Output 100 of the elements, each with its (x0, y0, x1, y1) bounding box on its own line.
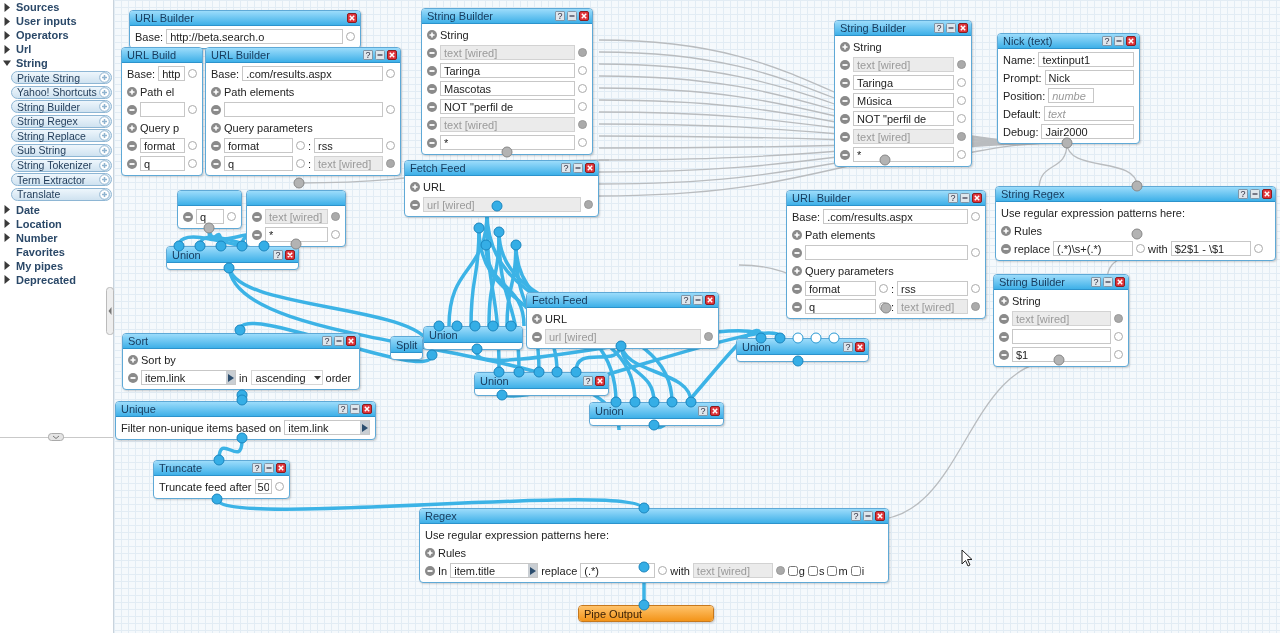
expand-arrow-icon[interactable] (3, 16, 11, 26)
close-icon[interactable] (705, 295, 715, 305)
connector-dot[interactable] (615, 340, 627, 352)
close-icon[interactable] (1262, 189, 1272, 199)
close-icon[interactable] (972, 193, 982, 203)
remove-icon[interactable] (840, 149, 850, 160)
connector-dot[interactable] (290, 238, 302, 250)
help-button[interactable]: ? (1238, 189, 1248, 199)
input-field[interactable]: format (805, 281, 876, 296)
close-icon[interactable] (387, 50, 397, 60)
remove-icon[interactable] (532, 331, 542, 342)
input-field[interactable]: $1 (1012, 347, 1111, 362)
title-bar[interactable]: Fetch Feed ? (405, 161, 598, 176)
remove-icon[interactable] (427, 83, 437, 94)
input-field[interactable]: (.*)\s+(.*) (1053, 241, 1134, 256)
connector-dot[interactable] (173, 240, 185, 252)
connector-dot[interactable] (755, 332, 767, 344)
title-bar[interactable]: Union ? (590, 403, 723, 419)
remove-icon[interactable] (211, 104, 221, 115)
input-field[interactable]: rss (314, 138, 383, 153)
connector-dot[interactable] (493, 226, 505, 238)
help-button[interactable]: ? (934, 23, 944, 33)
help-button[interactable]: ? (338, 404, 348, 414)
connector-dot[interactable] (578, 120, 587, 129)
input-field[interactable] (805, 245, 968, 260)
expand-arrow-icon[interactable] (3, 261, 11, 271)
expand-arrow-icon[interactable] (3, 275, 11, 285)
connector-dot[interactable] (775, 566, 785, 575)
input-field[interactable]: $2$1 - \$1 (1170, 241, 1251, 256)
title-bar[interactable]: Sort ? (123, 334, 359, 349)
connector-dot[interactable] (293, 177, 305, 189)
add-icon[interactable] (99, 159, 110, 171)
connector-dot[interactable] (275, 482, 284, 491)
checkbox[interactable]: g (787, 564, 805, 577)
connector-dot[interactable] (1061, 137, 1073, 149)
connector-dot[interactable] (346, 32, 355, 41)
connector-dot[interactable] (828, 332, 840, 344)
input-field[interactable]: http (158, 66, 185, 81)
remove-icon[interactable] (999, 331, 1009, 342)
add-icon[interactable] (999, 295, 1009, 306)
connector-dot[interactable] (211, 493, 223, 505)
input-field[interactable]: numbe (1048, 88, 1095, 103)
connector-dot[interactable] (638, 599, 650, 611)
connector-dot[interactable] (236, 240, 248, 252)
connector-dot[interactable] (496, 389, 508, 401)
expand-arrow-icon[interactable] (3, 30, 11, 40)
close-icon[interactable] (585, 163, 595, 173)
input-field[interactable]: * (265, 227, 328, 242)
close-icon[interactable] (958, 23, 968, 33)
connector-dot[interactable] (258, 240, 270, 252)
input-field[interactable]: (.*) (580, 563, 656, 578)
remove-icon[interactable] (1001, 243, 1011, 254)
close-icon[interactable] (1115, 277, 1125, 287)
input-field[interactable]: Jair2000 (1041, 124, 1134, 139)
help-button[interactable]: ? (322, 336, 332, 346)
connector-dot[interactable] (1136, 244, 1146, 253)
category-item[interactable]: Favorites (16, 245, 65, 258)
title-bar[interactable]: Union ? (167, 247, 298, 263)
remove-icon[interactable] (183, 211, 193, 222)
connector-dot[interactable] (971, 284, 980, 293)
expand-arrow-icon[interactable] (3, 219, 11, 229)
input-field[interactable]: Taringa (853, 75, 954, 90)
module-item[interactable]: Sub String (11, 143, 112, 157)
remove-icon[interactable] (840, 95, 850, 106)
connector-dot[interactable] (685, 396, 697, 408)
add-icon[interactable] (127, 122, 137, 133)
input-field[interactable]: text (1043, 106, 1134, 121)
connector-dot[interactable] (386, 105, 395, 114)
add-icon[interactable] (99, 130, 110, 142)
help-button[interactable]: ? (948, 193, 958, 203)
connector-dot[interactable] (578, 48, 587, 57)
category-item[interactable]: Url (16, 43, 32, 55)
title-bar[interactable]: String Builder ? (835, 21, 971, 36)
connector-dot[interactable] (295, 141, 305, 150)
connector-dot[interactable] (215, 240, 227, 252)
connector-dot[interactable] (510, 239, 522, 251)
remove-icon[interactable] (792, 247, 802, 258)
title-bar[interactable]: String Builder ? (994, 275, 1128, 290)
remove-icon[interactable] (999, 313, 1009, 324)
connector-dot[interactable] (234, 324, 246, 336)
checkbox[interactable]: m (827, 564, 848, 577)
input-field[interactable]: q (140, 156, 185, 171)
connector-dot[interactable] (1131, 228, 1143, 240)
connector-dot[interactable] (957, 114, 966, 123)
connector-dot[interactable] (501, 146, 513, 158)
connector-dot[interactable] (878, 284, 888, 293)
connector-dot[interactable] (213, 454, 225, 466)
module-item[interactable]: Translate (11, 187, 112, 201)
add-icon[interactable] (211, 86, 221, 97)
title-bar[interactable] (178, 191, 241, 206)
connector-dot[interactable] (295, 159, 305, 168)
title-bar[interactable]: Nick (text) ? (998, 34, 1139, 49)
add-icon[interactable] (1001, 225, 1011, 236)
select-field[interactable]: item.link (141, 370, 236, 385)
title-bar[interactable] (247, 191, 345, 206)
add-icon[interactable] (792, 229, 802, 240)
title-bar[interactable]: String Builder ? (422, 9, 592, 24)
close-icon[interactable] (1126, 36, 1136, 46)
remove-icon[interactable] (425, 565, 435, 576)
checkbox[interactable]: s (807, 564, 825, 577)
